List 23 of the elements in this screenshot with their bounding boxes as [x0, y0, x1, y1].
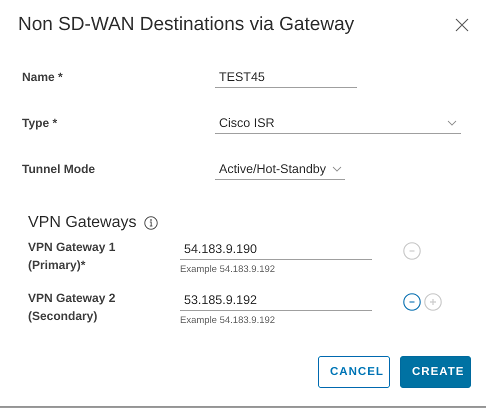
- input-field[interactable]: 54.183.9.190: [180, 238, 372, 260]
- caret-icon: [447, 120, 457, 126]
- caret-icon: [332, 166, 342, 172]
- field-label: (Secondary): [28, 308, 98, 325]
- field-label: Name *: [22, 70, 64, 84]
- field-label: Tunnel Mode: [22, 162, 96, 176]
- field-hint: Example 54.183.9.192: [180, 315, 276, 326]
- field-label: (Primary)*: [28, 257, 86, 274]
- field-hint: Example 54.183.9.192: [180, 264, 276, 275]
- input-field[interactable]: TEST45: [215, 66, 357, 88]
- field-label: VPN Gateway 1: [28, 239, 116, 256]
- cancel-button[interactable]: CANCEL: [318, 356, 390, 388]
- field-label: VPN Gateway 2: [28, 290, 116, 307]
- dialog-title: Non SD-WAN Destinations via Gateway: [18, 14, 354, 36]
- select-field[interactable]: Cisco ISR: [215, 112, 461, 134]
- input-field[interactable]: 53.185.9.192: [180, 289, 372, 311]
- field-label: Type *: [22, 116, 58, 130]
- remove-button[interactable]: [403, 293, 421, 311]
- create-button[interactable]: CREATE: [400, 356, 471, 388]
- info-icon[interactable]: [144, 216, 158, 230]
- select-field[interactable]: Active/Hot-Standby: [215, 158, 345, 180]
- close-button[interactable]: [454, 17, 470, 33]
- section-heading: VPN Gateways: [28, 214, 136, 232]
